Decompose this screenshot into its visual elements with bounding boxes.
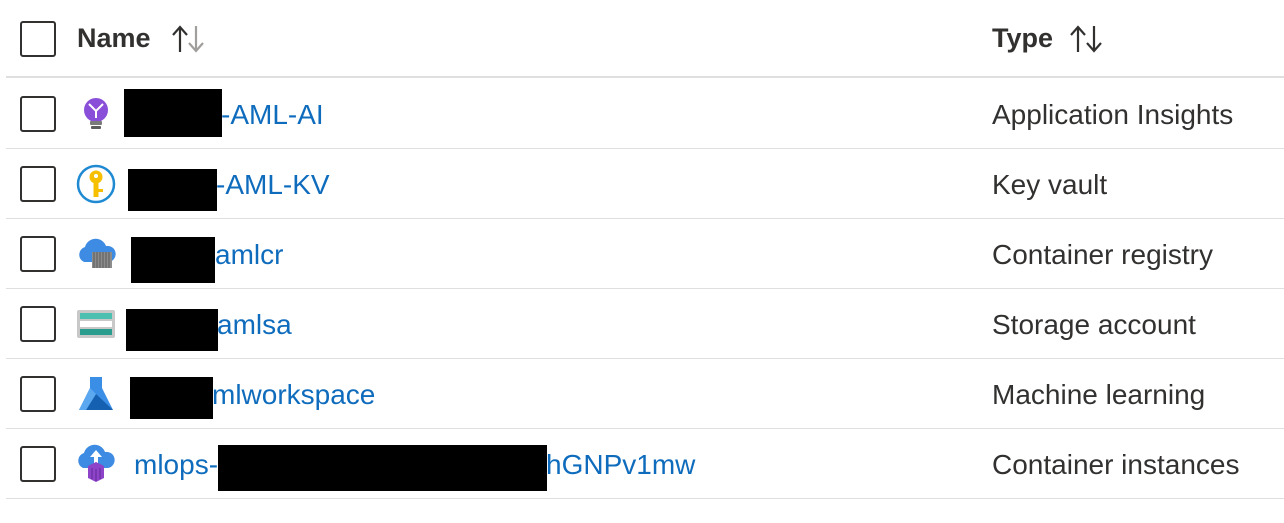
- row-checkbox[interactable]: [20, 166, 56, 202]
- container-registry-icon: [79, 238, 116, 268]
- resource-type: Application Insights: [992, 99, 1234, 130]
- redacted-name-part: [128, 169, 217, 211]
- resource-name-link[interactable]: -AML-KV: [216, 167, 330, 203]
- table-row: -AML-AI Application Insights: [6, 79, 1284, 149]
- table-header: Name Type: [6, 0, 1284, 78]
- resource-type: Key vault: [992, 169, 1108, 200]
- table-row: amlsa Storage account: [6, 289, 1284, 359]
- sort-arrows-icon[interactable]: [170, 22, 210, 56]
- redacted-name-part: [131, 237, 215, 283]
- application-insights-icon: [84, 98, 108, 129]
- table-row: amlcr Container registry: [6, 219, 1284, 289]
- resource-list: Name Type -AML-AI Application Insights -…: [0, 0, 1284, 523]
- row-checkbox[interactable]: [20, 236, 56, 272]
- resource-name-link[interactable]: mlops-: [134, 447, 218, 483]
- row-checkbox[interactable]: [20, 306, 56, 342]
- machine-learning-icon: [79, 377, 113, 410]
- table-row: mlops- hGNPv1mw Container instances: [6, 429, 1284, 499]
- row-checkbox[interactable]: [20, 446, 56, 482]
- container-instances-icon: [78, 444, 115, 482]
- resource-type: Storage account: [992, 309, 1196, 340]
- type-column-header[interactable]: Type: [992, 20, 1053, 56]
- resource-type: Machine learning: [992, 379, 1206, 410]
- resource-name-link[interactable]: -AML-AI: [221, 97, 324, 133]
- select-all-checkbox[interactable]: [20, 21, 56, 57]
- table-row: -AML-KV Key vault: [6, 149, 1284, 219]
- storage-account-icon: [77, 310, 115, 338]
- redacted-name-part: [218, 445, 547, 491]
- row-checkbox[interactable]: [20, 376, 56, 412]
- resource-name-link[interactable]: hGNPv1mw: [546, 447, 695, 483]
- resource-name-link[interactable]: amlsa: [217, 307, 292, 343]
- resource-name-link[interactable]: mlworkspace: [212, 377, 375, 413]
- resource-type: Container registry: [992, 239, 1213, 270]
- redacted-name-part: [130, 377, 213, 419]
- sort-arrows-icon[interactable]: [1068, 22, 1108, 56]
- name-column-header[interactable]: Name: [77, 20, 151, 56]
- key-vault-icon: [76, 164, 116, 204]
- row-checkbox[interactable]: [20, 96, 56, 132]
- redacted-name-part: [126, 309, 218, 351]
- table-row: mlworkspace Machine learning: [6, 359, 1284, 429]
- redacted-name-part: [124, 89, 222, 137]
- resource-type: Container instances: [992, 449, 1240, 480]
- resource-name-link[interactable]: amlcr: [215, 237, 283, 273]
